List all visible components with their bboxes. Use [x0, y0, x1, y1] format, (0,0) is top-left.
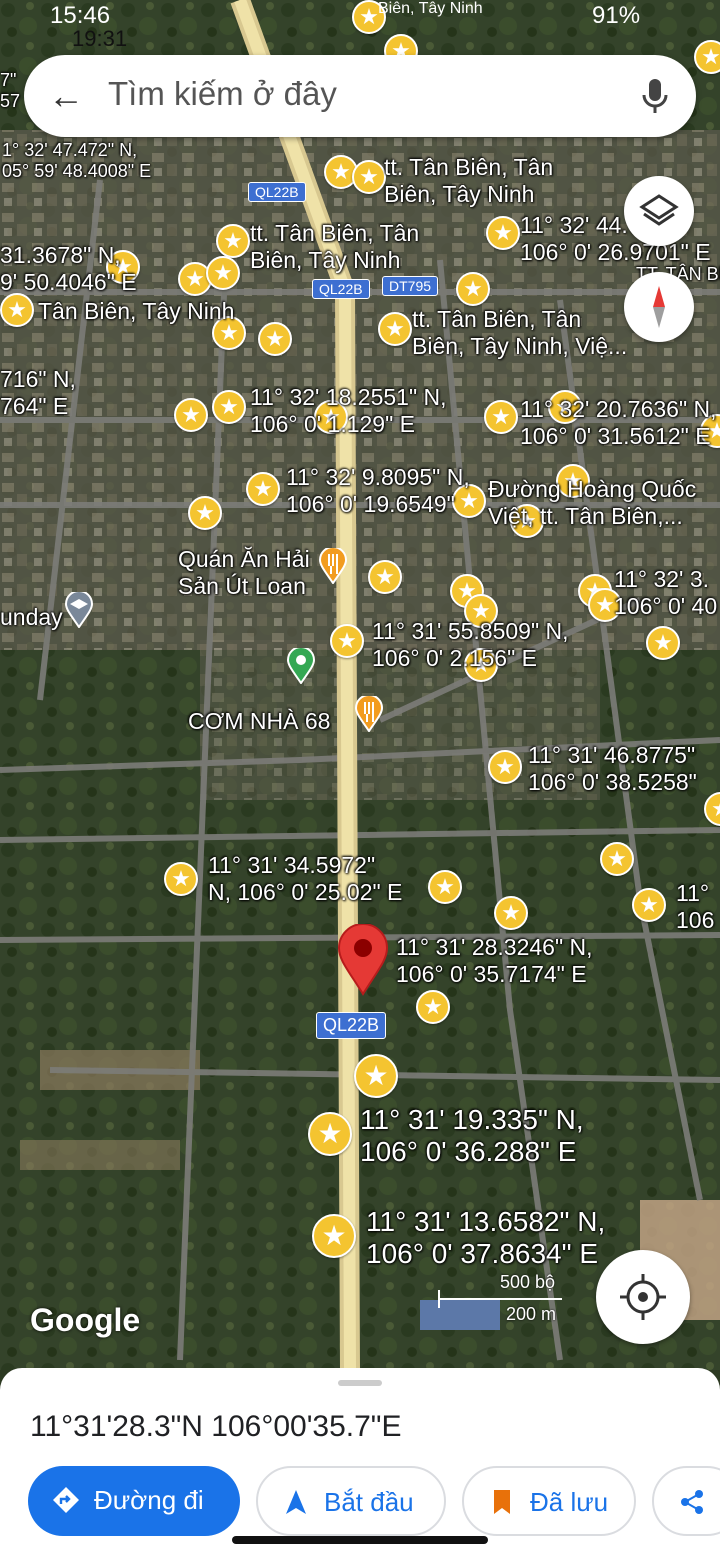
navigation-arrow-icon	[286, 1490, 306, 1514]
map-label: unday	[0, 604, 63, 630]
saved-place-star-icon[interactable]: ★	[632, 888, 666, 922]
directions-button[interactable]: Đường đi	[28, 1466, 240, 1536]
status-bar: 15:46 19:31 Biên, Tây Ninh 91%	[0, 0, 720, 51]
share-button[interactable]	[652, 1466, 720, 1536]
map-label: 7" 57	[0, 70, 21, 111]
saved-place-star-icon[interactable]: ★	[312, 1214, 356, 1258]
saved-place-star-icon[interactable]: ★	[330, 624, 364, 658]
map-label: CƠM NHÀ 68	[188, 708, 331, 734]
saved-place-star-icon[interactable]: ★	[0, 293, 34, 327]
satellite-map[interactable]: ★ ★ ★ ★ ★ ★ ★ ★ ★ ★ ★ ★ ★ ★ ★ ★ ★ ★ ★ ★ …	[0, 0, 720, 1370]
map-label: 11° 32' 3. 106° 0' 40	[614, 566, 718, 619]
restaurant-pin-icon[interactable]	[354, 696, 384, 732]
place-bottom-sheet[interactable]: 11°31'28.3"N 106°00'35.7"E Đường đi Bắt …	[0, 1368, 720, 1557]
search-input[interactable]: Tìm kiếm ở đây	[108, 75, 337, 113]
microphone-icon[interactable]	[638, 75, 672, 119]
google-attribution: Google	[30, 1302, 141, 1338]
saved-place-star-icon[interactable]: ★	[456, 272, 490, 306]
map-label: 11° 32' 18.2551" N, 106° 0' 1.129" E	[250, 384, 447, 437]
saved-place-star-icon[interactable]: ★	[352, 160, 386, 194]
saved-button[interactable]: Đã lưu	[462, 1466, 636, 1536]
saved-place-star-icon[interactable]: ★	[206, 256, 240, 290]
drag-handle[interactable]	[338, 1380, 382, 1386]
map-label: 11° 31' 13.6582" N, 106° 0' 37.8634" E	[366, 1206, 606, 1269]
map-label: tt. Tân Biên, Tân Biên, Tây Ninh	[250, 220, 420, 273]
saved-place-star-icon[interactable]: ★	[416, 990, 450, 1024]
saved-place-star-icon[interactable]: ★	[354, 1054, 398, 1098]
map-label: Đường Hoàng Quốc Việt, tt. Tân Biên,...	[488, 476, 697, 529]
map-label: 11° 31' 34.5972" N, 106° 0' 25.02" E	[208, 852, 403, 905]
scale-imperial: 500 bộ	[500, 1272, 556, 1292]
map-label: 31.3678" N, 9' 50.4046" E	[0, 242, 137, 295]
map-label: tt. Tân Biên, Tân Biên, Tây Ninh, Việ...	[412, 306, 628, 359]
map-label: 11° 31' 55.8509" N, 106° 0' 2.156" E	[372, 618, 569, 671]
start-label: Bắt đầu	[324, 1487, 414, 1517]
search-bar[interactable]: ← Tìm kiếm ở đây	[24, 55, 696, 137]
map-label: 716" N, 764" E	[0, 366, 76, 419]
saved-place-star-icon[interactable]: ★	[174, 398, 208, 432]
road-shield-ql22b: QL22B	[312, 279, 370, 299]
back-arrow-icon[interactable]: ←	[46, 73, 86, 119]
status-location: Biên, Tây Ninh	[378, 0, 483, 17]
saved-place-star-icon[interactable]: ★	[428, 870, 462, 904]
battery-level: 91%	[592, 2, 641, 29]
saved-place-star-icon[interactable]: ★	[600, 842, 634, 876]
my-location-button[interactable]	[596, 1250, 690, 1344]
saved-place-star-icon[interactable]: ★	[378, 312, 412, 346]
school-pin-icon[interactable]	[64, 592, 94, 628]
saved-place-star-icon[interactable]: ★	[494, 896, 528, 930]
road-shield-dt795: DT795	[382, 276, 439, 296]
map-label: 11° 106	[676, 880, 715, 933]
start-button[interactable]: Bắt đầu	[256, 1466, 446, 1536]
saved-place-star-icon[interactable]: ★	[308, 1112, 352, 1156]
park-pin-icon[interactable]	[286, 648, 316, 684]
map-label: Quán Ăn Hải Sản Út Loan	[178, 546, 310, 599]
directions-label: Đường đi	[94, 1485, 204, 1515]
share-icon	[681, 1490, 703, 1514]
saved-place-star-icon[interactable]: ★	[646, 626, 680, 660]
compass-icon	[653, 286, 665, 328]
saved-place-star-icon[interactable]: ★	[694, 40, 720, 74]
home-indicator[interactable]	[232, 1536, 488, 1544]
saved-place-star-icon[interactable]: ★	[368, 560, 402, 594]
map-label: 11° 31' 46.8775" 106° 0' 38.5258"	[528, 742, 697, 795]
directions-icon	[53, 1487, 79, 1513]
map-label: tt. Tân Biên, Tân Biên, Tây Ninh	[384, 154, 554, 207]
saved-place-star-icon[interactable]: ★	[484, 400, 518, 434]
map-label: 11° 32' 20.7636" N, 106° 0' 31.5612" E	[520, 396, 717, 449]
map-label: 1° 32' 47.472" N, 05° 59' 48.4008" E	[2, 140, 152, 181]
status-time-overlay: 19:31	[72, 26, 128, 51]
compass-button[interactable]	[624, 272, 694, 342]
map-scale: 500 bộ 200 m	[438, 1272, 568, 1324]
map-label: 11° 32' 9.8095" N, 106° 0' 19.6549"	[286, 464, 470, 517]
saved-place-star-icon[interactable]: ★	[212, 390, 246, 424]
map-label: 11° 31' 28.3246" N, 106° 0' 35.7174" E	[396, 934, 593, 987]
layers-button[interactable]	[624, 176, 694, 246]
saved-place-star-icon[interactable]: ★	[258, 322, 292, 356]
saved-label: Đã lưu	[530, 1487, 609, 1517]
saved-place-star-icon[interactable]: ★	[488, 750, 522, 784]
road-shield-ql22b: QL22B	[316, 1012, 387, 1039]
road-shield-ql22b: QL22B	[248, 182, 306, 202]
my-location-icon	[620, 1274, 666, 1320]
map-label: Tân Biên, Tây Ninh	[38, 298, 235, 324]
saved-place-star-icon[interactable]: ★	[246, 472, 280, 506]
saved-place-star-icon[interactable]: ★	[164, 862, 198, 896]
selected-coordinates: 11°31'28.3"N 106°00'35.7"E	[30, 1410, 402, 1443]
layers-icon	[639, 194, 679, 226]
saved-place-star-icon[interactable]: ★	[216, 224, 250, 258]
map-label: 11° 31' 19.335" N, 106° 0' 36.288" E	[360, 1104, 584, 1167]
saved-place-star-icon[interactable]: ★	[486, 216, 520, 250]
dropped-pin-icon[interactable]	[336, 924, 390, 996]
scale-metric: 200 m	[506, 1304, 557, 1324]
bookmark-icon	[494, 1490, 510, 1514]
saved-place-star-icon[interactable]: ★	[188, 496, 222, 530]
restaurant-pin-icon[interactable]	[318, 548, 348, 584]
